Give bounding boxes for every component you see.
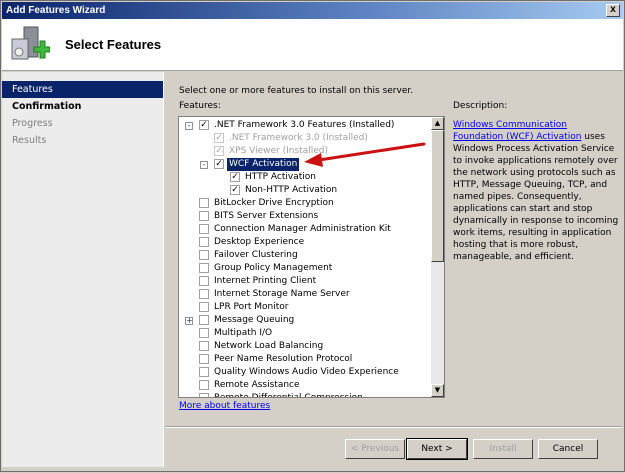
close-button[interactable]: x <box>606 4 620 17</box>
description-label: Description: <box>453 101 508 111</box>
step-results: Results <box>12 135 47 146</box>
checkbox[interactable]: ✓ <box>230 185 240 195</box>
cancel-button[interactable]: Cancel <box>538 439 598 459</box>
tree-item[interactable]: + Message Queuing <box>179 314 429 327</box>
tree-item-label: Network Load Balancing <box>214 341 324 351</box>
next-button[interactable]: Next > <box>406 438 468 460</box>
checkbox[interactable] <box>199 328 209 338</box>
checkbox[interactable] <box>199 224 209 234</box>
checkbox[interactable] <box>199 380 209 390</box>
description-link[interactable]: Windows Communication Foundation (WCF) A… <box>453 120 581 142</box>
scroll-thumb[interactable] <box>431 130 444 262</box>
tree-item-label: WCF Activation <box>227 158 300 171</box>
tree-item-label: LPR Port Monitor <box>214 302 289 312</box>
tree-item-label: Connection Manager Administration Kit <box>214 224 391 234</box>
tree-item-label: Desktop Experience <box>214 237 305 247</box>
checkbox: ✓ <box>214 146 224 156</box>
checkbox[interactable] <box>199 237 209 247</box>
tree-item[interactable]: - ✓ WCF Activation <box>179 158 429 171</box>
divider <box>165 426 622 428</box>
tree-item[interactable]: Failover Clustering <box>179 249 429 262</box>
title-bar: Add Features Wizard x <box>2 2 623 19</box>
features-tree[interactable]: ▲ ▼ - ✓ .NET Framework 3.0 Features (Insta… <box>178 116 445 398</box>
checkbox[interactable]: ✓ <box>214 159 224 169</box>
wizard-steps: Features Confirmation Progress Results <box>2 72 164 467</box>
tree-item[interactable]: Connection Manager Administration Kit <box>179 223 429 236</box>
tree-item-label: Remote Differential Compression <box>214 393 363 398</box>
tree-item-label: Message Queuing <box>214 315 295 325</box>
page-title: Select Features <box>65 37 162 52</box>
tree-item[interactable]: Group Policy Management <box>179 262 429 275</box>
tree-item-label: HTTP Activation <box>245 172 316 182</box>
tree-item[interactable]: ✓ .NET Framework 3.0 (Installed) <box>179 132 429 145</box>
tree-item-label: Non-HTTP Activation <box>245 185 338 195</box>
scrollbar[interactable]: ▲ ▼ <box>431 117 444 397</box>
tree-item[interactable]: ✓ HTTP Activation <box>179 171 429 184</box>
checkbox[interactable] <box>199 211 209 221</box>
tree-item[interactable]: Desktop Experience <box>179 236 429 249</box>
description-text: uses Windows Process Activation Service … <box>453 132 619 262</box>
tree-item[interactable]: Internet Storage Name Server <box>179 288 429 301</box>
tree-item[interactable]: BITS Server Extensions <box>179 210 429 223</box>
step-confirmation[interactable]: Confirmation <box>2 98 163 115</box>
tree-item[interactable]: Internet Printing Client <box>179 275 429 288</box>
checkbox[interactable] <box>199 393 209 397</box>
scroll-up-icon[interactable]: ▲ <box>431 117 444 130</box>
checkbox[interactable]: ✓ <box>230 172 240 182</box>
step-features[interactable]: Features <box>2 81 163 98</box>
checkbox[interactable] <box>199 354 209 364</box>
tree-item[interactable]: - ✓ .NET Framework 3.0 Features (Installed… <box>179 119 429 132</box>
collapse-icon[interactable]: - <box>200 161 208 169</box>
tree-item-label: Group Policy Management <box>214 263 333 273</box>
tree-item-label: Quality Windows Audio Video Experience <box>214 367 399 377</box>
checkbox[interactable] <box>199 263 209 273</box>
checkbox[interactable] <box>199 302 209 312</box>
previous-button[interactable]: < Previous <box>345 439 405 459</box>
tree-item-label: .NET Framework 3.0 Features (Installed) <box>214 120 395 130</box>
window-title: Add Features Wizard <box>6 5 106 16</box>
step-progress: Progress <box>12 118 53 129</box>
tree-item[interactable]: Multipath I/O <box>179 327 429 340</box>
tree-item-label: Peer Name Resolution Protocol <box>214 354 353 364</box>
install-button[interactable]: Install <box>473 439 533 459</box>
tree-item[interactable]: BitLocker Drive Encryption <box>179 197 429 210</box>
tree-item[interactable]: LPR Port Monitor <box>179 301 429 314</box>
checkbox: ✓ <box>214 133 224 143</box>
tree-item[interactable]: Remote Assistance <box>179 379 429 392</box>
tree-item[interactable]: Quality Windows Audio Video Experience <box>179 366 429 379</box>
wizard-window: Add Features Wizard x Select Features Fe… <box>0 0 625 472</box>
checkbox[interactable] <box>199 289 209 299</box>
expand-icon[interactable]: + <box>185 317 193 325</box>
tree-item[interactable]: Peer Name Resolution Protocol <box>179 353 429 366</box>
tree-item-label: .NET Framework 3.0 (Installed) <box>229 133 368 143</box>
checkbox[interactable] <box>199 276 209 286</box>
instructions: Select one or more features to install o… <box>179 86 414 96</box>
tree-item-label: Remote Assistance <box>214 380 300 390</box>
tree-item-label: BITS Server Extensions <box>214 211 319 221</box>
tree-item-label: Internet Storage Name Server <box>214 289 350 299</box>
scroll-down-icon[interactable]: ▼ <box>431 384 444 397</box>
checkbox[interactable] <box>199 198 209 208</box>
features-label: Features: <box>179 101 221 111</box>
server-add-icon <box>11 26 50 60</box>
description: Windows Communication Foundation (WCF) A… <box>453 119 619 263</box>
collapse-icon[interactable]: - <box>185 122 193 130</box>
checkbox[interactable] <box>199 367 209 377</box>
tree-item[interactable]: Remote Differential Compression <box>179 392 429 398</box>
tree-item-label: Internet Printing Client <box>214 276 317 286</box>
wizard-header: Select Features <box>2 19 623 71</box>
checkbox[interactable] <box>199 250 209 260</box>
tree-item-label: BitLocker Drive Encryption <box>214 198 334 208</box>
tree-item-label: XPS Viewer (Installed) <box>229 146 328 156</box>
tree-item[interactable]: Network Load Balancing <box>179 340 429 353</box>
checkbox[interactable] <box>199 341 209 351</box>
tree-item-label: Failover Clustering <box>214 250 298 260</box>
more-about-features-link[interactable]: More about features <box>179 401 270 411</box>
tree-item-label: Multipath I/O <box>214 328 273 338</box>
tree-item[interactable]: ✓ Non-HTTP Activation <box>179 184 429 197</box>
checkbox[interactable] <box>199 315 209 325</box>
checkbox[interactable]: ✓ <box>199 120 209 130</box>
tree-item[interactable]: ✓ XPS Viewer (Installed) <box>179 145 429 158</box>
